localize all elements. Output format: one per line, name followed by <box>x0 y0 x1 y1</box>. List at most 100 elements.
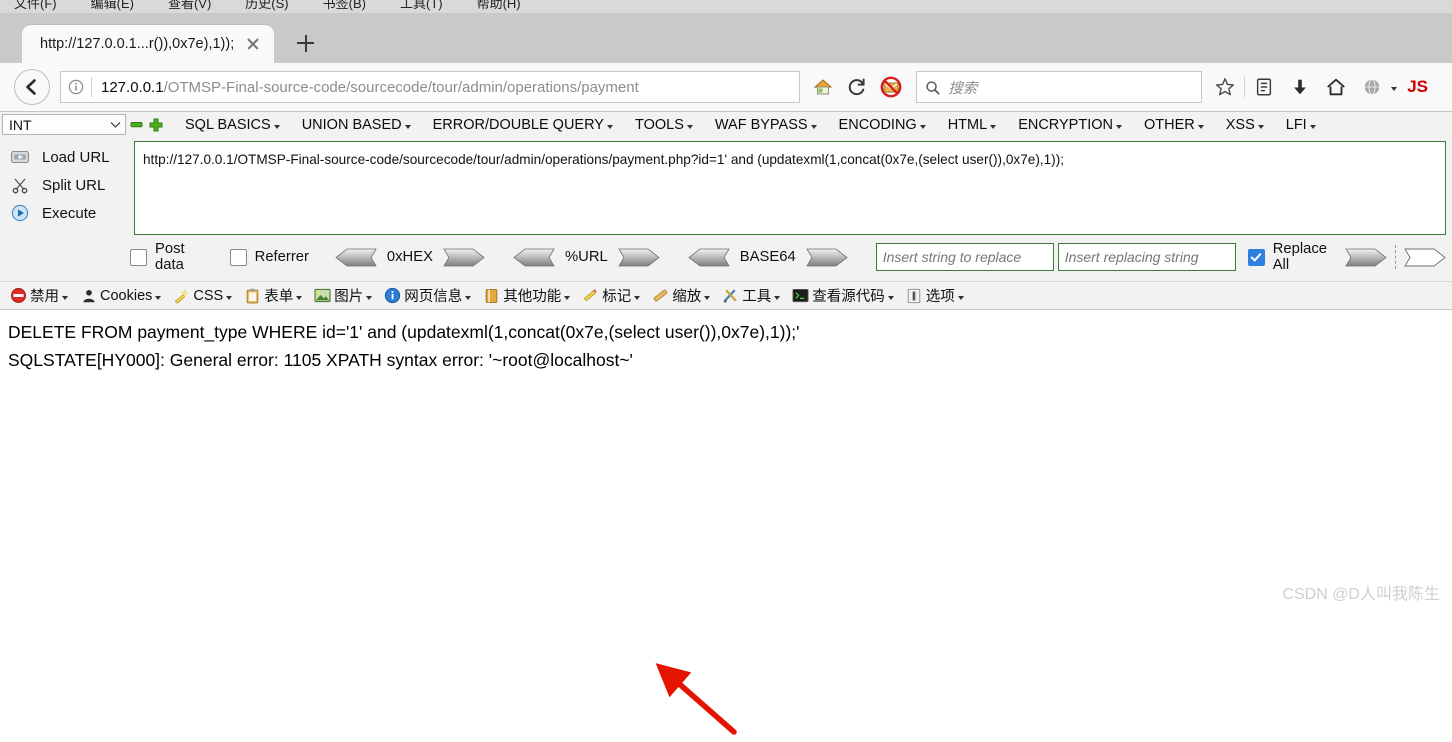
menu-tools[interactable]: 工具(T) <box>400 0 443 10</box>
javascript-toggle-label[interactable]: JS <box>1403 77 1438 97</box>
wdt-outline[interactable]: 标记 <box>576 285 646 306</box>
menu-history[interactable]: 历史(S) <box>245 0 288 10</box>
search-bar[interactable]: 搜索 <box>916 71 1203 103</box>
tab-strip: http://127.0.0.1...r()),0x7e),1)); <box>0 13 1452 63</box>
replace-all-checkbox[interactable] <box>1247 248 1265 266</box>
hackbar-menu-html[interactable]: HTML <box>937 117 1007 133</box>
base64-encode-arrow-icon[interactable] <box>805 248 848 267</box>
disable-icon <box>10 287 27 304</box>
hackbar-menu-encoding[interactable]: ENCODING <box>828 117 937 133</box>
sql-error-line: SQLSTATE[HY000]: General error: 1105 XPA… <box>8 350 633 370</box>
wdt-view-source[interactable]: 查看源代码 <box>786 285 900 306</box>
hex-label: 0xHEX <box>386 249 433 265</box>
hackbar-menu-tools[interactable]: TOOLS <box>624 117 704 133</box>
chevron-down-icon <box>919 124 926 129</box>
browser-tab-active[interactable]: http://127.0.0.1...r()),0x7e),1)); <box>22 25 275 63</box>
add-payload-button[interactable] <box>146 115 166 135</box>
page-info-icon[interactable] <box>61 79 91 95</box>
chevron-down-icon <box>1309 124 1316 129</box>
hackbar-url-row: Load URL Split URL Execute http://127.0.… <box>0 137 1452 237</box>
referrer-option[interactable]: Referrer <box>229 248 309 266</box>
hackbar-menu-lfi[interactable]: LFI <box>1275 117 1327 133</box>
chevron-down-icon <box>296 295 303 300</box>
base64-encoder-group: BASE64 <box>688 248 848 267</box>
post-data-option[interactable]: Post data <box>130 241 204 273</box>
wdt-cookies[interactable]: Cookies <box>74 287 167 304</box>
hex-encode-arrow-icon[interactable] <box>443 248 485 267</box>
pencil-icon <box>582 287 599 304</box>
menu-label: WAF BYPASS <box>714 116 808 133</box>
execute-button[interactable]: Execute <box>4 199 130 227</box>
wdt-label: Cookies <box>100 287 153 304</box>
replace-search-input[interactable]: Insert string to replace <box>875 243 1054 271</box>
menu-bookmarks[interactable]: 书签(B) <box>323 0 366 10</box>
payload-type-select[interactable]: INT <box>2 114 126 135</box>
reload-icon[interactable] <box>840 70 874 104</box>
menu-file[interactable]: 文件(F) <box>14 0 57 10</box>
downloads-icon[interactable] <box>1283 70 1317 104</box>
clipboard-icon <box>244 287 261 304</box>
hackbar-menu-error-double-query[interactable]: ERROR/DOUBLE QUERY <box>422 117 624 133</box>
toolbar-divider <box>1244 77 1246 97</box>
load-url-button[interactable]: Load URL <box>4 143 130 171</box>
url-bar[interactable]: 127.0.0.1/OTMSP-Final-source-code/source… <box>60 71 801 103</box>
payload-type-value: INT <box>9 116 32 133</box>
wdt-information[interactable]: 网页信息 <box>378 285 477 306</box>
hackbar-menu-other[interactable]: OTHER <box>1133 117 1215 133</box>
wdt-images[interactable]: 图片 <box>308 285 378 306</box>
url-encoder-group: %URL <box>513 248 660 267</box>
hackbar-menu-encryption[interactable]: ENCRYPTION <box>1007 117 1133 133</box>
wdt-label: 图片 <box>334 289 364 305</box>
post-data-checkbox[interactable] <box>130 248 147 266</box>
account-globe-icon[interactable] <box>1355 70 1389 104</box>
home-icon[interactable] <box>1319 70 1353 104</box>
back-button[interactable] <box>14 69 50 105</box>
referrer-checkbox[interactable] <box>229 248 247 266</box>
wdt-miscellaneous[interactable]: 其他功能 <box>477 285 576 306</box>
url-textarea[interactable]: http://127.0.0.1/OTMSP-Final-source-code… <box>134 141 1446 235</box>
wdt-disable[interactable]: 禁用 <box>4 285 74 306</box>
chevron-down-icon <box>686 124 693 129</box>
hackbar-menu-xss[interactable]: XSS <box>1215 117 1275 133</box>
base64-decode-arrow-icon[interactable] <box>688 248 730 267</box>
menu-label: SQL BASICS <box>185 116 271 133</box>
options-icon <box>906 287 923 304</box>
split-url-button[interactable]: Split URL <box>4 171 130 199</box>
remove-payload-button[interactable] <box>126 115 146 135</box>
home-page-icon[interactable] <box>806 70 840 104</box>
ruler-icon <box>652 287 669 304</box>
chevron-down-icon <box>810 124 817 129</box>
hackbar-menu-union-based[interactable]: UNION BASED <box>291 117 422 133</box>
chevron-down-icon <box>990 124 997 129</box>
new-tab-icon[interactable] <box>288 26 322 60</box>
replace-apply-arrow-icon[interactable] <box>1345 248 1387 267</box>
wdt-tools[interactable]: 工具 <box>716 285 786 306</box>
replace-revert-arrow-icon[interactable] <box>1404 248 1446 267</box>
menu-edit[interactable]: 编辑(E) <box>91 0 134 10</box>
wdt-label: 选项 <box>925 289 955 305</box>
url-encode-arrow-icon[interactable] <box>618 248 660 267</box>
url-decode-arrow-icon[interactable] <box>513 248 555 267</box>
hackbar-menu-waf-bypass[interactable]: WAF BYPASS <box>704 117 828 133</box>
wdt-forms[interactable]: 表单 <box>238 285 308 306</box>
menu-view[interactable]: 查看(V) <box>168 0 211 10</box>
menu-label: OTHER <box>1144 116 1195 133</box>
chevron-down-icon[interactable] <box>1391 87 1398 91</box>
library-icon[interactable] <box>1247 70 1281 104</box>
close-icon[interactable] <box>244 35 262 53</box>
wdt-css[interactable]: CSS <box>167 287 238 304</box>
hex-decode-arrow-icon[interactable] <box>335 248 377 267</box>
bookmark-star-icon[interactable] <box>1208 70 1242 104</box>
hackbar-menu-sql-basics[interactable]: SQL BASICS <box>174 117 291 133</box>
chevron-down-icon <box>1197 124 1204 129</box>
chevron-down-icon <box>887 295 894 300</box>
replace-with-input[interactable]: Insert replacing string <box>1057 243 1236 271</box>
noscript-blocked-icon[interactable] <box>874 70 908 104</box>
replace-all-option[interactable]: Replace All <box>1247 241 1331 273</box>
wdt-label: 缩放 <box>672 289 702 305</box>
wdt-resize[interactable]: 缩放 <box>646 285 716 306</box>
menu-help[interactable]: 帮助(H) <box>477 0 521 10</box>
wdt-options[interactable]: 选项 <box>900 285 970 306</box>
chevron-down-icon <box>155 295 162 300</box>
chevron-down-icon <box>366 295 373 300</box>
